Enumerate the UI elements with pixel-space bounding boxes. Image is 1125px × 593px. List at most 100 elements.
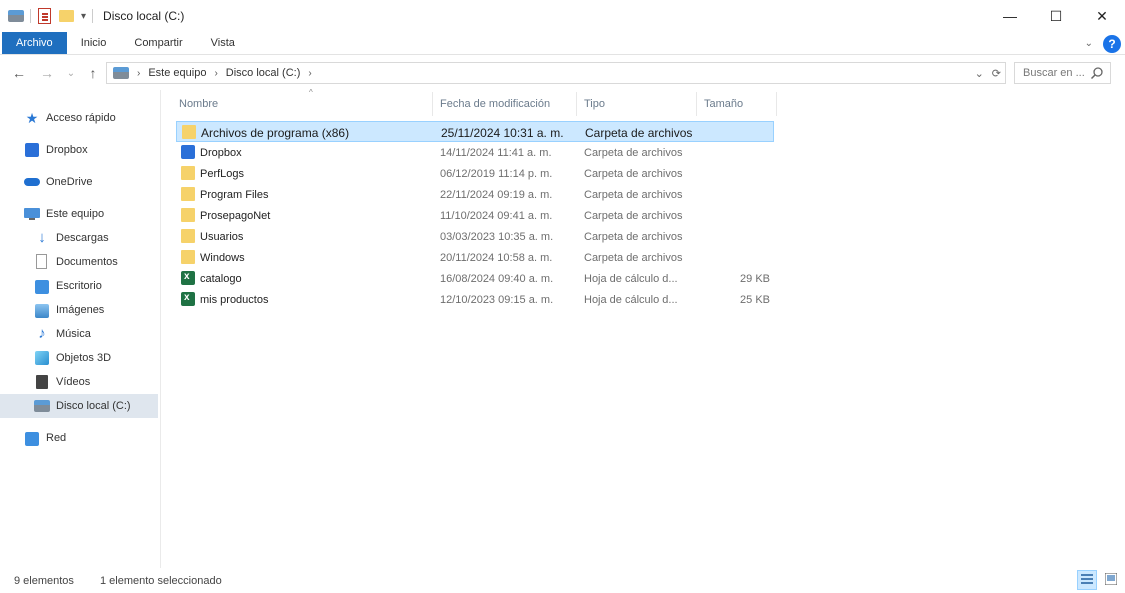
sidebar-item-objetos-3d[interactable]: Objetos 3D — [0, 346, 158, 370]
sidebar-item-disco-local[interactable]: Disco local (C:) — [0, 394, 158, 418]
sidebar-item-musica[interactable]: ♪ Música — [0, 322, 158, 346]
column-header-name[interactable]: ^ Nombre — [179, 88, 429, 116]
file-type: Carpeta de archivos — [584, 146, 683, 159]
search-placeholder: Buscar en ... — [1023, 67, 1085, 79]
address-row: ← → ⌄ ↑ › Este equipo › Disco local (C:)… — [0, 56, 1125, 90]
table-row[interactable]: Program Files 22/11/2024 09:19 a. m. Car… — [176, 184, 774, 205]
back-button[interactable]: ← — [8, 62, 30, 84]
table-row[interactable]: catalogo 16/08/2024 09:40 a. m. Hoja de … — [176, 268, 774, 289]
window-title: Disco local (C:) — [103, 9, 185, 23]
pane-divider[interactable] — [160, 90, 161, 568]
breadcrumb-disco-local[interactable]: Disco local (C:) — [226, 67, 301, 79]
chevron-right-icon[interactable]: › — [137, 68, 140, 79]
sidebar-item-videos[interactable]: Vídeos — [0, 370, 158, 394]
maximize-icon: ☐ — [1049, 7, 1063, 24]
table-row[interactable]: ProsepagoNet 11/10/2024 09:41 a. m. Carp… — [176, 205, 774, 226]
close-button[interactable]: ✕ — [1079, 0, 1125, 32]
tab-compartir[interactable]: Compartir — [120, 32, 196, 54]
column-header-size[interactable]: Tamaño — [704, 92, 774, 116]
item-count: 9 elementos — [14, 574, 74, 587]
sidebar-item-este-equipo[interactable]: Este equipo — [0, 202, 158, 226]
maximize-button[interactable]: ☐ — [1033, 0, 1079, 32]
refresh-icon[interactable]: ⟳ — [992, 67, 1001, 80]
sidebar-item-onedrive[interactable]: OneDrive — [0, 170, 158, 194]
table-row[interactable]: PerfLogs 06/12/2019 11:14 p. m. Carpeta … — [176, 163, 774, 184]
chevron-right-icon[interactable]: › — [308, 68, 311, 79]
quick-access-divider — [30, 9, 31, 23]
sidebar-item-descargas[interactable]: ↓ Descargas — [0, 226, 158, 250]
up-arrow-icon: ↑ — [89, 65, 97, 81]
table-row[interactable]: Windows 20/11/2024 10:58 a. m. Carpeta d… — [176, 247, 774, 268]
file-name: Dropbox — [200, 146, 242, 159]
column-header-label: Tipo — [584, 98, 605, 110]
column-header-date[interactable]: Fecha de modificación — [440, 92, 580, 116]
details-view-button[interactable] — [1077, 570, 1097, 590]
file-name: mis productos — [200, 293, 269, 306]
cloud-icon — [24, 174, 40, 190]
column-divider[interactable] — [576, 92, 577, 116]
address-history-chevron-icon[interactable]: ⌄ — [975, 67, 984, 80]
search-input[interactable]: Buscar en ... — [1014, 62, 1111, 84]
chevron-right-icon[interactable]: › — [214, 68, 217, 79]
file-type: Carpeta de archivos — [584, 251, 683, 264]
column-header-type[interactable]: Tipo — [584, 92, 694, 116]
large-icons-view-button[interactable] — [1101, 570, 1121, 590]
recent-locations-button[interactable]: ⌄ — [60, 62, 82, 84]
folder-icon — [181, 187, 195, 201]
help-icon[interactable]: ? — [1103, 34, 1121, 53]
column-divider[interactable] — [776, 92, 777, 116]
sidebar-item-imagenes[interactable]: Imágenes — [0, 298, 158, 322]
column-divider[interactable] — [696, 92, 697, 116]
dropbox-icon — [181, 145, 195, 159]
folder-icon — [181, 166, 195, 180]
sidebar-item-red[interactable]: Red — [0, 426, 158, 450]
file-name: Program Files — [200, 188, 269, 201]
column-divider[interactable] — [432, 92, 433, 116]
selection-count: 1 elemento seleccionado — [100, 574, 222, 587]
table-row[interactable]: mis productos 12/10/2023 09:15 a. m. Hoj… — [176, 289, 774, 310]
minimize-icon: — — [1003, 8, 1017, 24]
file-date: 12/10/2023 09:15 a. m. — [440, 293, 554, 306]
address-bar[interactable]: › Este equipo › Disco local (C:) › ⌄ ⟳ — [106, 62, 1006, 84]
file-date: 25/11/2024 10:31 a. m. — [441, 125, 564, 140]
minimize-button[interactable]: — — [987, 0, 1033, 32]
sidebar-item-documentos[interactable]: Documentos — [0, 250, 158, 274]
new-folder-icon[interactable] — [59, 8, 75, 24]
sidebar-item-label: Vídeos — [56, 376, 91, 388]
music-icon: ♪ — [38, 325, 46, 342]
file-date: 03/03/2023 10:35 a. m. — [440, 230, 554, 243]
sidebar-item-acceso-rapido[interactable]: ★ Acceso rápido — [0, 106, 158, 130]
table-row[interactable]: Usuarios 03/03/2023 10:35 a. m. Carpeta … — [176, 226, 774, 247]
tab-inicio[interactable]: Inicio — [67, 32, 121, 54]
tab-archivo[interactable]: Archivo — [2, 32, 67, 54]
sidebar-item-label: Música — [56, 328, 91, 340]
navigation-pane: ★ Acceso rápido Dropbox OneDrive Este eq… — [0, 90, 160, 568]
table-row[interactable]: Archivos de programa (x86) 25/11/2024 10… — [176, 121, 774, 142]
chevron-down-icon: ⌄ — [66, 67, 76, 79]
file-type: Carpeta de archivos — [584, 167, 683, 180]
file-size: 29 KB — [740, 272, 770, 285]
sidebar-item-dropbox[interactable]: Dropbox — [0, 138, 158, 162]
forward-button[interactable]: → — [36, 62, 58, 84]
file-size — [737, 122, 771, 143]
breadcrumb-este-equipo[interactable]: Este equipo — [148, 67, 206, 79]
folder-icon — [181, 208, 195, 222]
file-list: ^ Nombre Fecha de modificación Tipo Tama… — [168, 88, 1108, 568]
expand-ribbon-chevron-icon[interactable]: ⌄ — [1085, 38, 1093, 49]
sidebar-item-label: Este equipo — [46, 208, 105, 220]
video-icon — [34, 374, 50, 390]
column-header-label: Tamaño — [704, 98, 744, 110]
drive-icon[interactable] — [8, 8, 24, 24]
table-row[interactable]: Dropbox 14/11/2024 11:41 a. m. Carpeta d… — [176, 142, 774, 163]
up-button[interactable]: ↑ — [82, 62, 104, 84]
file-name: Archivos de programa (x86) — [201, 125, 350, 140]
file-type: Carpeta de archivos — [584, 188, 683, 201]
customize-toolbar-chevron-icon[interactable]: ▾ — [81, 11, 86, 22]
sidebar-item-label: Documentos — [56, 256, 118, 268]
properties-icon[interactable] — [37, 8, 53, 24]
file-date: 14/11/2024 11:41 a. m. — [440, 146, 552, 159]
sidebar-item-label: Disco local (C:) — [56, 400, 131, 412]
file-name: ProsepagoNet — [200, 209, 271, 222]
tab-vista[interactable]: Vista — [197, 32, 249, 54]
sidebar-item-escritorio[interactable]: Escritorio — [0, 274, 158, 298]
